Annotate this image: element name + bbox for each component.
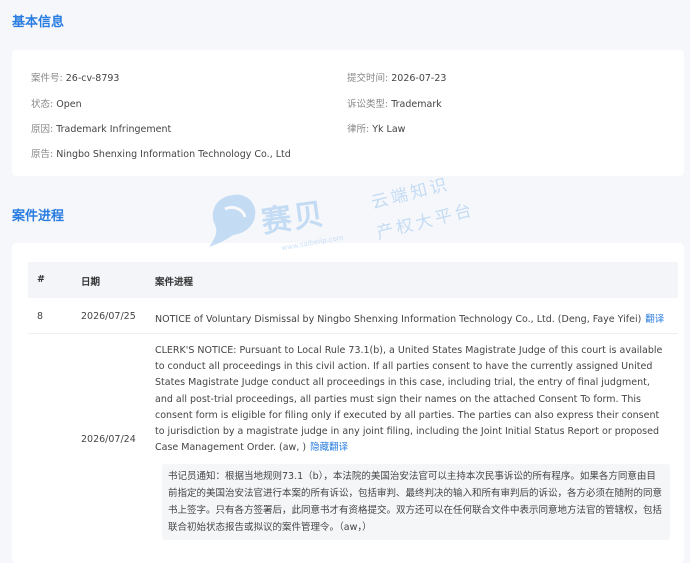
- row-1-text: NOTICE of Voluntary Dismissal by Ningbo …: [155, 314, 642, 325]
- plaintiff-field: 原告: Ningbo Shenxing Information Technolo…: [31, 146, 291, 160]
- translation-box: 书记员通知：根据当地规则73.1（b），本法院的美国治安法官可以主持本次民事诉讼…: [162, 464, 670, 540]
- law-firm-field: 律所: Yk Law: [347, 121, 405, 135]
- basic-info-title: 基本信息: [12, 15, 65, 30]
- watermark-slogan-2: 产权大平台: [374, 200, 477, 244]
- header-number: #: [37, 274, 45, 285]
- submit-time-value: 2026-07-23: [391, 73, 447, 84]
- submit-time-field: 提交时间: 2026-07-23: [347, 70, 446, 84]
- table-header: # 日期 案件进程: [28, 262, 678, 298]
- watermark-logo-icon: [209, 194, 256, 247]
- row-1-text-container: NOTICE of Voluntary Dismissal by Ningbo …: [155, 311, 670, 325]
- basic-info-card: 案件号: 26-cv-8793 提交时间: 2026-07-23 状态: Ope…: [12, 50, 684, 176]
- case-number-value: 26-cv-8793: [65, 73, 120, 84]
- cause-label: 原因:: [31, 124, 54, 135]
- translate-link[interactable]: 翻译: [645, 314, 664, 325]
- header-progress: 案件进程: [155, 277, 194, 288]
- row-2-text-container: CLERK'S NOTICE: Pursuant to Local Rule 7…: [155, 343, 667, 456]
- status-field: 状态: Open: [31, 96, 82, 110]
- cause-field: 原因: Trademark Infringement: [31, 121, 171, 135]
- status-label: 状态:: [31, 99, 54, 110]
- law-firm-label: 律所:: [347, 124, 370, 135]
- translation-text: 书记员通知：根据当地规则73.1（b），本法院的美国治安法官可以主持本次民事诉讼…: [168, 471, 663, 533]
- row-1-number: 8: [37, 311, 44, 322]
- submit-time-label: 提交时间:: [347, 73, 389, 84]
- header-date: 日期: [81, 277, 101, 288]
- row-2-date: 2026/07/24: [81, 434, 136, 445]
- status-value: Open: [56, 99, 82, 110]
- case-progress-title: 案件进程: [12, 209, 65, 224]
- litigation-type-label: 诉讼类型:: [347, 99, 389, 110]
- law-firm-value: Yk Law: [372, 124, 406, 135]
- plaintiff-label: 原告:: [31, 149, 54, 160]
- hide-translation-link[interactable]: 隐藏翻译: [310, 442, 348, 453]
- row-separator: [28, 333, 678, 334]
- row-2-text: CLERK'S NOTICE: Pursuant to Local Rule 7…: [155, 345, 663, 454]
- case-number-label: 案件号:: [31, 73, 63, 84]
- case-number-field: 案件号: 26-cv-8793: [31, 70, 119, 84]
- litigation-type-value: Trademark: [391, 99, 442, 110]
- row-1-date: 2026/07/25: [81, 311, 136, 322]
- litigation-type-field: 诉讼类型: Trademark: [347, 96, 442, 110]
- case-progress-card: # 日期 案件进程 8 2026/07/25 NOTICE of Volunta…: [12, 243, 684, 563]
- cause-value: Trademark Infringement: [56, 124, 172, 135]
- plaintiff-value: Ningbo Shenxing Information Technology C…: [56, 149, 291, 160]
- watermark-slogan-1: 云端知识: [369, 174, 452, 214]
- watermark-brand: 赛贝: [259, 196, 328, 241]
